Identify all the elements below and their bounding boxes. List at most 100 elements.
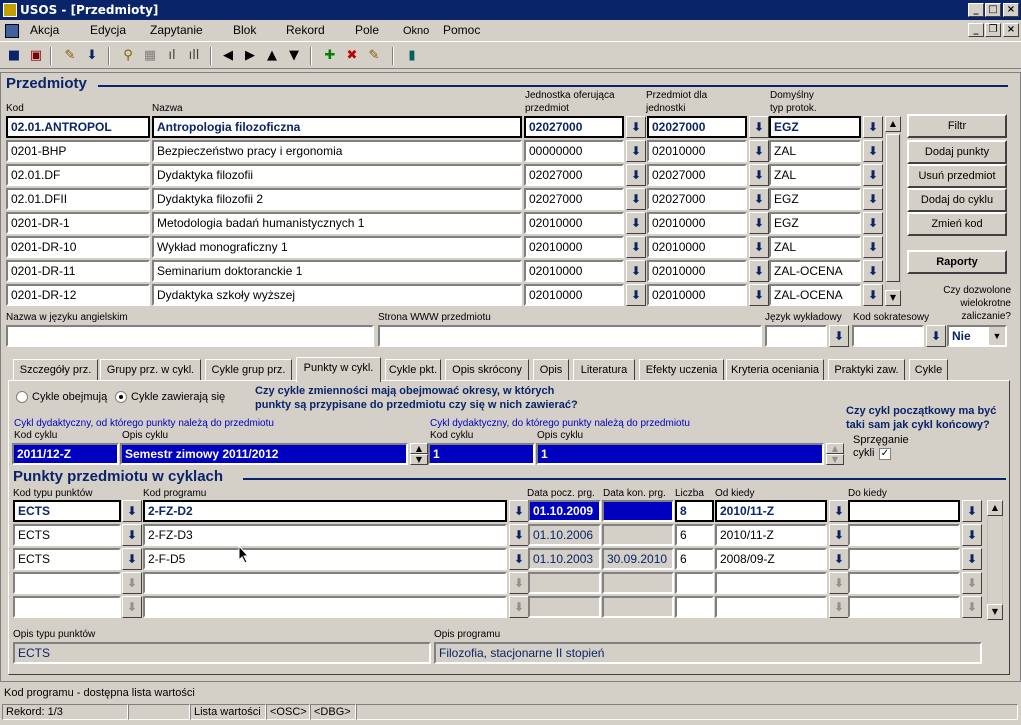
lov-arrow-icon[interactable]: ⬇ <box>749 260 769 282</box>
lov-arrow-icon[interactable]: ⬇ <box>829 572 849 594</box>
punkt-do-field[interactable] <box>848 548 960 570</box>
tab-4[interactable]: Cykle pkt. <box>385 359 441 381</box>
punkt-od-field[interactable]: 2010/11-Z <box>715 500 827 522</box>
przedmiot-dla-field[interactable]: 02027000 <box>647 116 747 138</box>
lov-arrow-icon[interactable]: ⬇ <box>749 188 769 210</box>
punkt-typ-field[interactable]: ECTS <box>13 548 121 570</box>
przedmiot-kod-field[interactable]: 0201-DR-1 <box>6 212 150 234</box>
lov-arrow-icon[interactable]: ⬇ <box>863 284 883 306</box>
punkt-od-field[interactable]: 2010/11-Z <box>715 524 827 546</box>
przedmiot-nazwa-field[interactable]: Seminarium doktoranckie 1 <box>152 260 522 282</box>
punkt-liczba-field[interactable]: 6 <box>675 524 714 546</box>
lov-arrow-icon[interactable]: ⬇ <box>829 524 849 546</box>
tab-11[interactable]: Cykle <box>909 359 948 381</box>
scroll-up-button[interactable]: ▲ <box>987 500 1003 516</box>
tab-2[interactable]: Cykle grup prz. <box>205 359 292 381</box>
opis-typu-field[interactable]: ECTS <box>13 642 431 664</box>
tab-9[interactable]: Kryteria oceniania <box>726 359 824 381</box>
scroll-up-button[interactable]: ▲ <box>885 116 901 132</box>
lov-arrow-icon[interactable]: ⬇ <box>626 116 646 138</box>
lov-arrow-icon[interactable]: ⬇ <box>626 164 646 186</box>
przedmiot-nazwa-field[interactable]: Bezpieczeństwo pracy i ergonomia <box>152 140 522 162</box>
dodaj-punkty-button[interactable]: Dodaj punkty <box>907 140 1007 164</box>
punkt-liczba-field[interactable]: 8 <box>675 500 714 522</box>
download-icon[interactable]: ⬇ <box>82 46 102 66</box>
lov-arrow-icon[interactable]: ⬇ <box>626 284 646 306</box>
prev-icon[interactable]: ◀ <box>218 46 238 66</box>
punkt-do-field[interactable] <box>848 524 960 546</box>
przedmiot-typ-field[interactable]: ZAL <box>769 140 861 162</box>
down-icon[interactable]: ▼ <box>284 46 304 66</box>
lov-arrow-icon[interactable]: ⬇ <box>962 524 982 546</box>
przedmiot-dla-field[interactable]: 02010000 <box>647 140 747 162</box>
exit-icon[interactable]: ▮ <box>402 46 422 66</box>
punkt-kon-field[interactable] <box>602 572 674 594</box>
przedmiot-dla-field[interactable]: 02027000 <box>647 164 747 186</box>
punkt-liczba-field[interactable] <box>675 596 714 618</box>
przedmiot-jedn-field[interactable]: 02027000 <box>524 164 624 186</box>
cykl-od-opis-field[interactable]: Semestr zimowy 2011/2012 <box>120 443 408 465</box>
lov-arrow-icon[interactable]: ⬇ <box>749 140 769 162</box>
chevron-down-icon[interactable]: ▼ <box>989 327 1005 345</box>
punkt-liczba-field[interactable]: 6 <box>675 548 714 570</box>
cykl-do-spinner[interactable]: ▲ ▼ <box>826 443 844 465</box>
tab-5[interactable]: Opis skrócony <box>445 359 529 381</box>
tab-6[interactable]: Opis <box>533 359 569 381</box>
przedmiot-dla-field[interactable]: 02010000 <box>647 284 747 306</box>
maximize-button[interactable]: □ <box>985 3 1001 17</box>
clear-icon[interactable]: ✎ <box>364 46 384 66</box>
close-button[interactable]: × <box>1003 3 1019 17</box>
lov-arrow-icon[interactable]: ⬇ <box>122 524 142 546</box>
www-field[interactable] <box>378 325 762 347</box>
doc-minimize-button[interactable]: _ <box>968 23 984 37</box>
wielokrotne-select[interactable]: Nie ▼ <box>947 325 1007 347</box>
sprzeganie-checkbox[interactable]: ✓ <box>879 448 891 460</box>
lov-arrow-icon[interactable]: ⬇ <box>626 188 646 210</box>
przedmiot-jedn-field[interactable]: 02010000 <box>524 212 624 234</box>
punkt-prog-field[interactable] <box>143 572 507 594</box>
filtr-button[interactable]: Filtr <box>907 114 1007 138</box>
query-icon[interactable]: ⚲ <box>118 46 138 66</box>
menu-rekord[interactable]: Rekord <box>286 23 325 37</box>
lov-arrow-icon[interactable]: ⬇ <box>863 260 883 282</box>
przedmiot-nazwa-field[interactable]: Dydaktyka szkoły wyższej <box>152 284 522 306</box>
punkt-prog-field[interactable]: 2-FZ-D3 <box>143 524 507 546</box>
menu-edycja[interactable]: Edycja <box>90 23 126 37</box>
tab-10[interactable]: Praktyki zaw. <box>828 359 905 381</box>
przedmiot-jedn-field[interactable]: 02010000 <box>524 236 624 258</box>
cykl-do-kod-field[interactable]: 1 <box>428 443 535 465</box>
lov-arrow-icon[interactable]: ⬇ <box>626 236 646 258</box>
lov-arrow-icon[interactable]: ⬇ <box>863 116 883 138</box>
przedmiot-nazwa-field[interactable]: Dydaktyka filozofii 2 <box>152 188 522 210</box>
jezyk-lov-icon[interactable]: ⬇ <box>829 325 849 347</box>
lov-arrow-icon[interactable]: ⬇ <box>962 500 982 522</box>
przedmiot-kod-field[interactable]: 02.01.DF <box>6 164 150 186</box>
przedmiot-typ-field[interactable]: ZAL-OCENA <box>769 284 861 306</box>
lov-arrow-icon[interactable]: ⬇ <box>509 500 529 522</box>
tab-1[interactable]: Grupy prz. w cykl. <box>100 359 201 381</box>
lov-arrow-icon[interactable]: ⬇ <box>626 140 646 162</box>
insert-icon[interactable]: ✚ <box>320 46 340 66</box>
chart-icon[interactable]: ıl <box>162 46 182 66</box>
przedmiot-jedn-field[interactable]: 02027000 <box>524 188 624 210</box>
lov-arrow-icon[interactable]: ⬇ <box>962 548 982 570</box>
przedmiot-jedn-field[interactable]: 00000000 <box>524 140 624 162</box>
przedmiot-nazwa-field[interactable]: Wykład monograficzny 1 <box>152 236 522 258</box>
up-icon[interactable]: ▲ <box>262 46 282 66</box>
bars-icon[interactable]: ıll <box>184 46 204 66</box>
punkt-od-field[interactable] <box>715 572 827 594</box>
tab-8[interactable]: Efekty uczenia <box>639 359 724 381</box>
punkt-typ-field[interactable] <box>13 596 121 618</box>
lov-arrow-icon[interactable]: ⬇ <box>863 212 883 234</box>
tab-7[interactable]: Literatura <box>573 359 635 381</box>
usun-przedmiot-button[interactable]: Usuń przedmiot <box>907 164 1007 188</box>
spin-up-icon[interactable]: ▲ <box>410 443 428 454</box>
lov-arrow-icon[interactable]: ⬇ <box>962 596 982 618</box>
punkt-typ-field[interactable]: ECTS <box>13 500 121 522</box>
przedmiot-typ-field[interactable]: EGZ <box>769 212 861 234</box>
lov-arrow-icon[interactable]: ⬇ <box>626 260 646 282</box>
punkt-pocz-field[interactable] <box>528 596 601 618</box>
przedmiot-kod-field[interactable]: 0201-DR-12 <box>6 284 150 306</box>
punkt-pocz-field[interactable]: 01.10.2009 <box>528 500 601 522</box>
punkt-prog-field[interactable]: 2-FZ-D2 <box>143 500 507 522</box>
